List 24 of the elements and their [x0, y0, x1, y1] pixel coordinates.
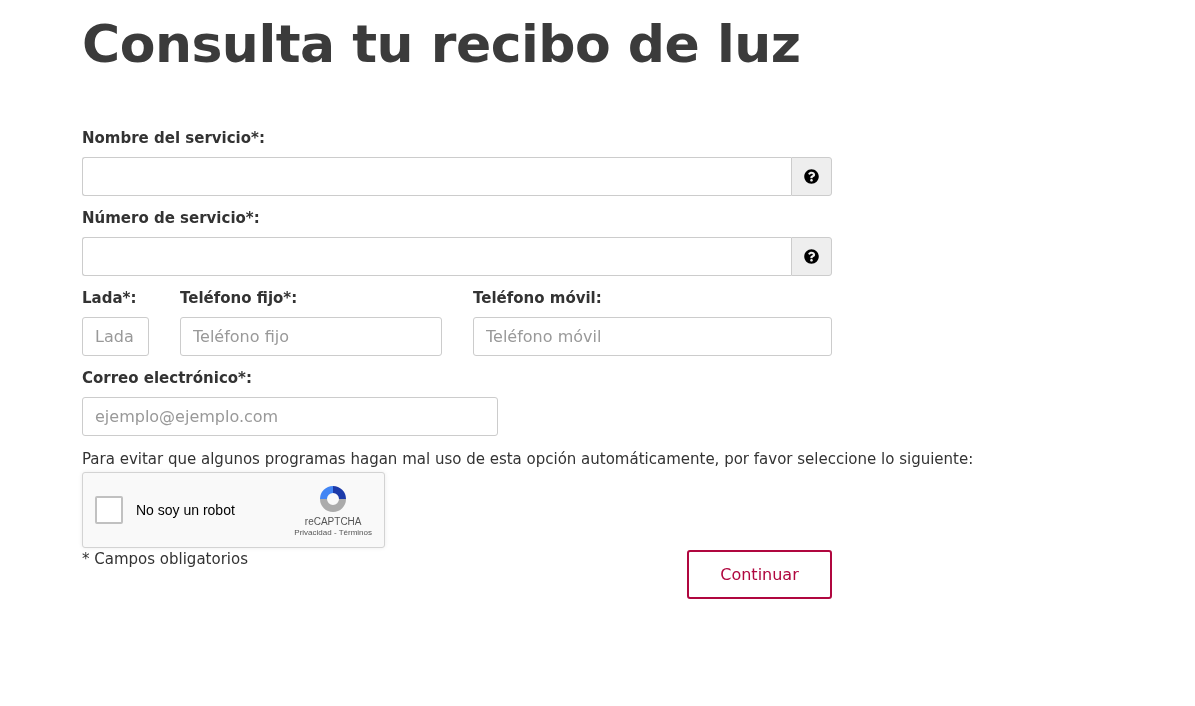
field-label: Número de servicio*: [82, 208, 261, 228]
checkbox-label: No soy un robot [136, 502, 236, 518]
required-note: * Campos obligatorios [82, 550, 248, 568]
input-field[interactable] [82, 237, 791, 276]
help-icon [804, 169, 819, 184]
input-field[interactable]: Teléfono móvil [473, 317, 832, 356]
captcha-links[interactable]: Privacidad - Términos [294, 528, 372, 537]
continue-button[interactable]: Continuar [687, 550, 832, 599]
help-button[interactable] [791, 157, 832, 196]
field-label: Nombre del servicio*: [82, 128, 266, 148]
field-label: Lada*: [82, 288, 138, 308]
input-field[interactable]: ejemplo@ejemplo.com [82, 397, 498, 436]
input-field[interactable] [82, 157, 791, 196]
field-label: Teléfono móvil: [473, 288, 603, 308]
captcha-brand: reCAPTCHA [304, 516, 362, 527]
input-field[interactable]: Teléfono fijo [180, 317, 442, 356]
captcha-prompt: Para evitar que algunos programas hagan mal uso de esta opción automáticamente, por favor seleccione lo siguiente: [82, 450, 975, 468]
field-label: Correo electrónico*: [82, 368, 253, 388]
page-title: Consulta tu recibo de luz [82, 13, 802, 76]
field-label: Teléfono fijo*: [180, 288, 299, 308]
help-button[interactable] [791, 237, 832, 276]
input-field[interactable]: Lada [82, 317, 149, 356]
checkbox[interactable] [95, 496, 123, 524]
help-icon [804, 249, 819, 264]
